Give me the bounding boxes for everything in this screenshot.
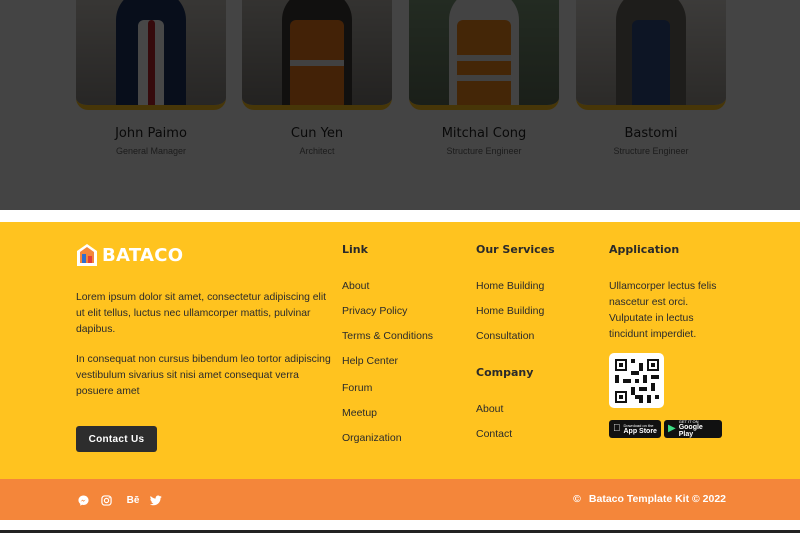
about-text: Lorem ipsum dolor sit amet, consectetur … [76, 292, 327, 335]
service-link[interactable]: Consultation [476, 330, 534, 342]
logo-icon [77, 244, 97, 266]
team-member-name: John Paimo [115, 126, 187, 141]
about-text: In consequat non cursus bibendum leo tor… [76, 354, 331, 397]
page-bottom-edge [0, 520, 800, 533]
footer-link-meetup[interactable]: Meetup [342, 407, 377, 419]
footer-link-organization[interactable]: Organization [342, 432, 402, 444]
company-heading: Company [476, 366, 534, 379]
service-link[interactable]: Home Building [476, 280, 544, 292]
footer-link-privacy[interactable]: Privacy Policy [342, 305, 407, 317]
footer-link-forum[interactable]: Forum [342, 382, 372, 394]
team-section: John Paimo General Manager Cun Yen Archi… [0, 0, 800, 210]
team-member-role: Structure Engineer [446, 146, 522, 156]
copyright-label: Bataco Template Kit © 2022 [588, 493, 726, 505]
site-footer: BATACO Lorem ipsum dolor sit amet, conse… [0, 222, 800, 479]
team-member-photo [242, 0, 392, 110]
instagram-icon[interactable] [99, 493, 113, 507]
section-divider [0, 210, 800, 222]
team-member-name: Mitchal Cong [441, 126, 527, 141]
company-link-about[interactable]: About [476, 403, 503, 415]
team-member-card[interactable]: Cun Yen Architect [242, 0, 392, 156]
messenger-icon[interactable] [76, 493, 90, 507]
behance-icon[interactable]: Bē [125, 493, 141, 507]
team-member-name: Bastomi [624, 126, 678, 141]
team-member-photo [76, 0, 226, 110]
apple-icon:  [613, 424, 621, 434]
google-play-icon: ▶ [668, 423, 676, 434]
services-heading: Our Services [476, 243, 555, 256]
team-member-card[interactable]: Bastomi Structure Engineer [576, 0, 726, 156]
team-member-role: Architect [299, 146, 335, 156]
team-member-role: General Manager [115, 146, 187, 156]
team-member-name: Cun Yen [290, 126, 344, 141]
company-link-contact[interactable]: Contact [476, 428, 512, 440]
google-play-large-text: Google Play [678, 424, 703, 438]
bottom-bar: Bē © Bataco Template Kit © 2022 [0, 479, 800, 520]
app-store-large-text: App Store [616, 427, 657, 435]
copyright-text: © Bataco Template Kit © 2022 [573, 493, 726, 505]
team-member-photo [576, 0, 726, 110]
team-member-photo [409, 0, 559, 110]
copyright-icon: © [573, 493, 581, 505]
app-store-badge[interactable]:  Download on the App Store [609, 420, 661, 438]
team-member-card[interactable]: Mitchal Cong Structure Engineer [409, 0, 559, 156]
brand-logo[interactable]: BATACO [76, 243, 183, 267]
footer-link-about[interactable]: About [342, 280, 369, 292]
footer-link-help[interactable]: Help Center [342, 355, 398, 367]
service-link[interactable]: Home Building [476, 305, 544, 317]
team-member-card[interactable]: John Paimo General Manager [76, 0, 226, 156]
brand-name: BATACO [102, 244, 184, 266]
link-heading: Link [342, 243, 368, 256]
qr-code-icon [614, 358, 659, 403]
google-play-badge[interactable]: ▶ GET IT ON Google Play [664, 420, 722, 438]
contact-us-button[interactable]: Contact Us [76, 426, 157, 452]
application-heading: Application [609, 243, 680, 256]
application-text: Ullamcorper lectus felis nascetur est or… [609, 281, 717, 340]
qr-code [609, 353, 664, 408]
team-member-role: Structure Engineer [613, 146, 689, 156]
twitter-icon[interactable] [149, 493, 163, 507]
footer-link-terms[interactable]: Terms & Conditions [342, 330, 433, 342]
